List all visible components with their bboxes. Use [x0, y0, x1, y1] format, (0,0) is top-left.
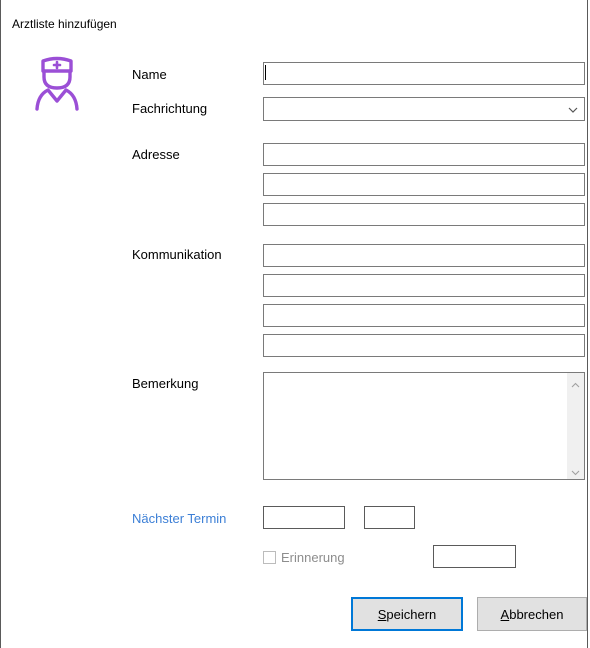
- cancel-button[interactable]: Abbrechen: [477, 597, 587, 631]
- reminder-field[interactable]: [433, 545, 516, 568]
- name-label: Name: [132, 67, 167, 82]
- communication-line-3-input[interactable]: [263, 304, 585, 327]
- text-caret: [265, 65, 266, 80]
- remark-textarea[interactable]: [263, 372, 585, 480]
- dialog-title: Arztliste hinzufügen: [12, 17, 117, 31]
- doctor-nurse-icon: [34, 55, 80, 111]
- chevron-down-icon[interactable]: [571, 465, 580, 476]
- reminder-label: Erinnerung: [281, 549, 345, 565]
- save-button-label: peichern: [386, 606, 437, 622]
- save-button-mnemonic: S: [377, 606, 387, 622]
- communication-label: Kommunikation: [132, 247, 222, 262]
- dialog-window: Arztliste hinzufügen Name Fachrichtung A…: [0, 0, 588, 648]
- chevron-down-icon[interactable]: [568, 103, 578, 113]
- remark-scrollbar[interactable]: [567, 373, 584, 479]
- communication-line-1-input[interactable]: [263, 244, 585, 267]
- cancel-button-label: bbrechen: [509, 606, 564, 622]
- reminder-checkbox[interactable]: [263, 550, 276, 564]
- chevron-up-icon[interactable]: [571, 378, 580, 388]
- address-line-1-input[interactable]: [263, 143, 585, 166]
- next-appointment-label[interactable]: Nächster Termin: [132, 511, 226, 526]
- remark-label: Bemerkung: [132, 376, 199, 391]
- address-label: Adresse: [132, 147, 180, 162]
- cancel-button-mnemonic: A: [500, 606, 510, 622]
- communication-line-4-input[interactable]: [263, 334, 585, 357]
- reminder-checkbox-row[interactable]: Erinnerung: [263, 549, 345, 565]
- next-appointment-date-field[interactable]: [263, 506, 345, 529]
- specialty-dropdown[interactable]: [263, 97, 585, 121]
- specialty-label: Fachrichtung: [132, 101, 208, 116]
- name-input[interactable]: [263, 62, 585, 85]
- address-line-3-input[interactable]: [263, 203, 585, 226]
- address-line-2-input[interactable]: [263, 173, 585, 196]
- save-button[interactable]: Speichern: [351, 597, 463, 631]
- next-appointment-time-field[interactable]: [364, 506, 415, 529]
- communication-line-2-input[interactable]: [263, 274, 585, 297]
